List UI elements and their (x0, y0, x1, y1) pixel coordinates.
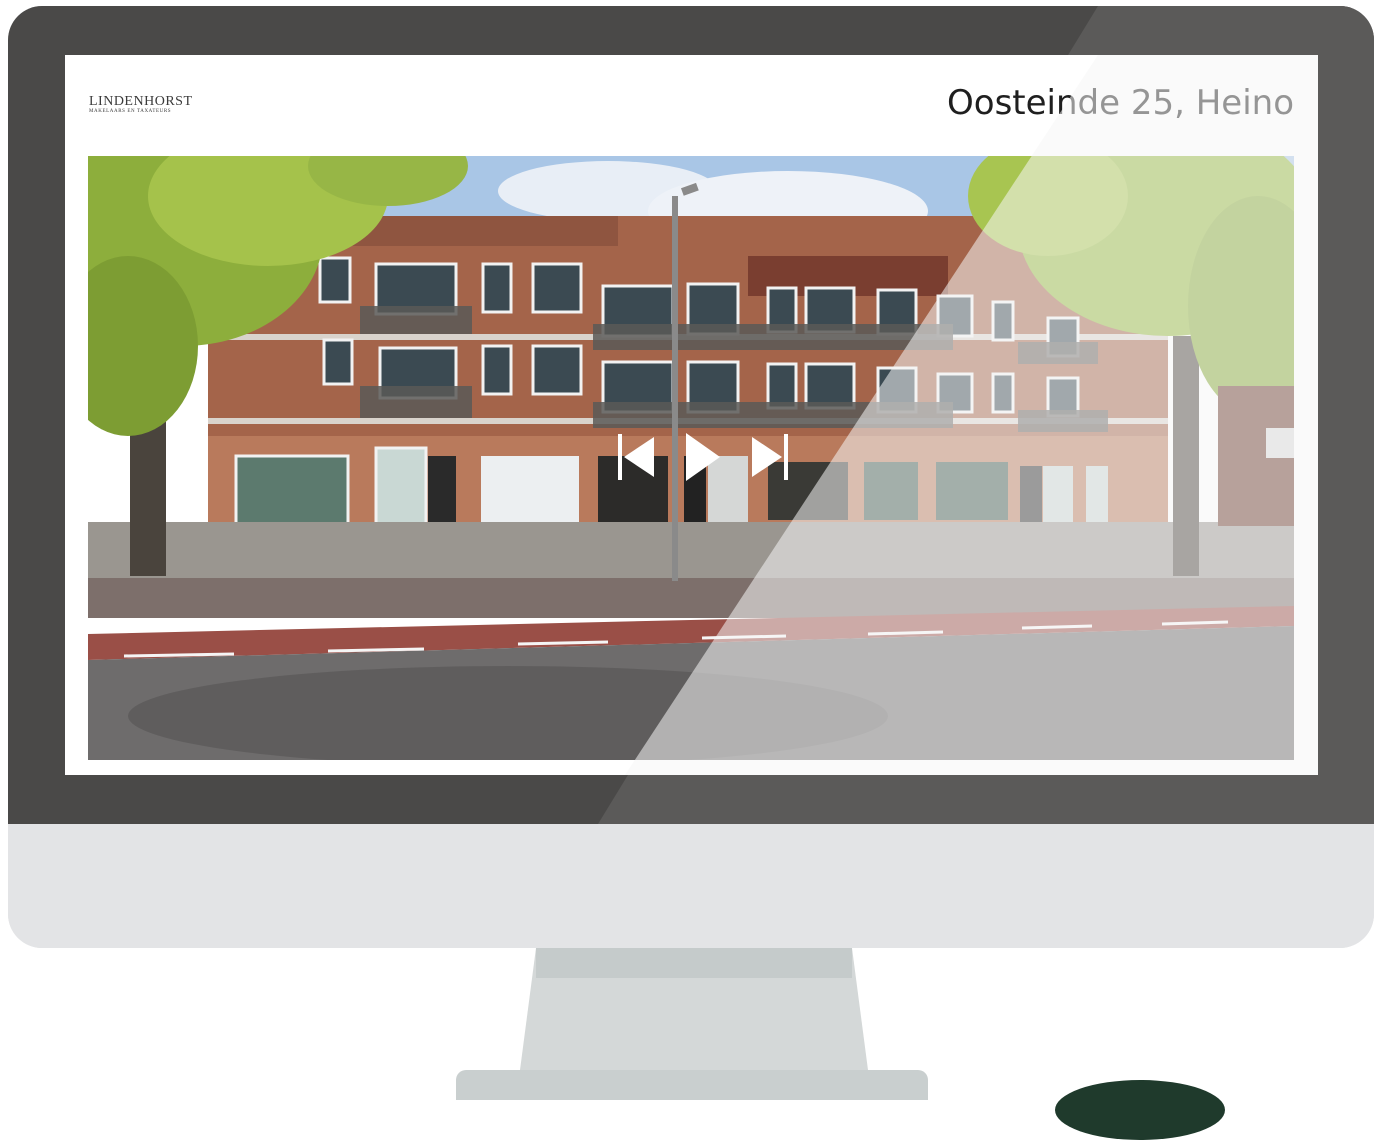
brand-badge (1055, 1080, 1225, 1140)
logo-name: LINDENHORST (89, 94, 193, 109)
monitor-bezel: LINDENHORST MAKELAARS EN TAXATEURS Ooste… (8, 6, 1374, 824)
listing-address: Oosteinde 25, Heino (947, 83, 1294, 123)
monitor-base (456, 1070, 928, 1100)
plaza (88, 522, 1294, 578)
logo-tagline: MAKELAARS EN TAXATEURS (89, 109, 172, 114)
website-screen: LINDENHORST MAKELAARS EN TAXATEURS Ooste… (65, 55, 1318, 775)
play-icon[interactable] (684, 431, 722, 483)
skip-previous-icon[interactable] (616, 434, 658, 480)
monitor-frame: LINDENHORST MAKELAARS EN TAXATEURS Ooste… (8, 6, 1374, 948)
monitor-chin (8, 824, 1374, 948)
brand-logo[interactable]: LINDENHORST MAKELAARS EN TAXATEURS (89, 95, 193, 115)
property-photo[interactable] (88, 156, 1294, 760)
skip-next-icon[interactable] (748, 434, 790, 480)
slideshow-controls (616, 431, 790, 483)
street-lamp (672, 196, 678, 581)
